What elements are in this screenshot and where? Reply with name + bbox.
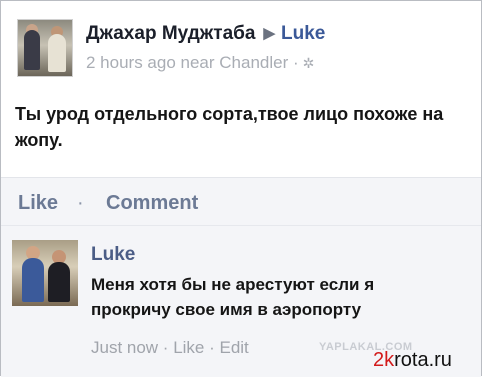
right-triangle-icon: ▶ [263,25,275,42]
comment-text: Меня хотя бы не арестуют если я прокричу… [91,275,375,319]
author-name[interactable]: Джахар Муджтаба [86,23,255,44]
post-header: Джахар Муджтаба ▶ Luke 2 hours ago near Ch… [1,1,481,81]
comment-avatar[interactable] [12,240,78,306]
comment-button[interactable]: Comment [106,192,198,215]
post-actions: Like · Comment [1,177,481,225]
target-name[interactable]: Luke [281,23,325,44]
author-line: Джахар Муджтаба ▶ Luke [86,23,325,45]
post-timestamp[interactable]: 2 hours ago near Chandler · [86,53,299,72]
post-meta: 2 hours ago near Chandler · ✲ [86,53,314,73]
post-text: Ты урод отдельного сорта,твое лицо похож… [15,104,444,150]
comment-meta[interactable]: Just now · Like · Edit [91,338,249,358]
gear-icon[interactable]: ✲ [303,55,315,71]
separator-dot: · [77,192,84,214]
like-button[interactable]: Like [18,192,58,215]
author-avatar[interactable] [17,19,73,77]
krota-watermark-suffix: rota.ru [394,349,452,371]
comment-author[interactable]: Luke [91,244,135,266]
krota-watermark: 2krota.ru [373,349,452,372]
krota-watermark-prefix: 2k [373,349,395,371]
